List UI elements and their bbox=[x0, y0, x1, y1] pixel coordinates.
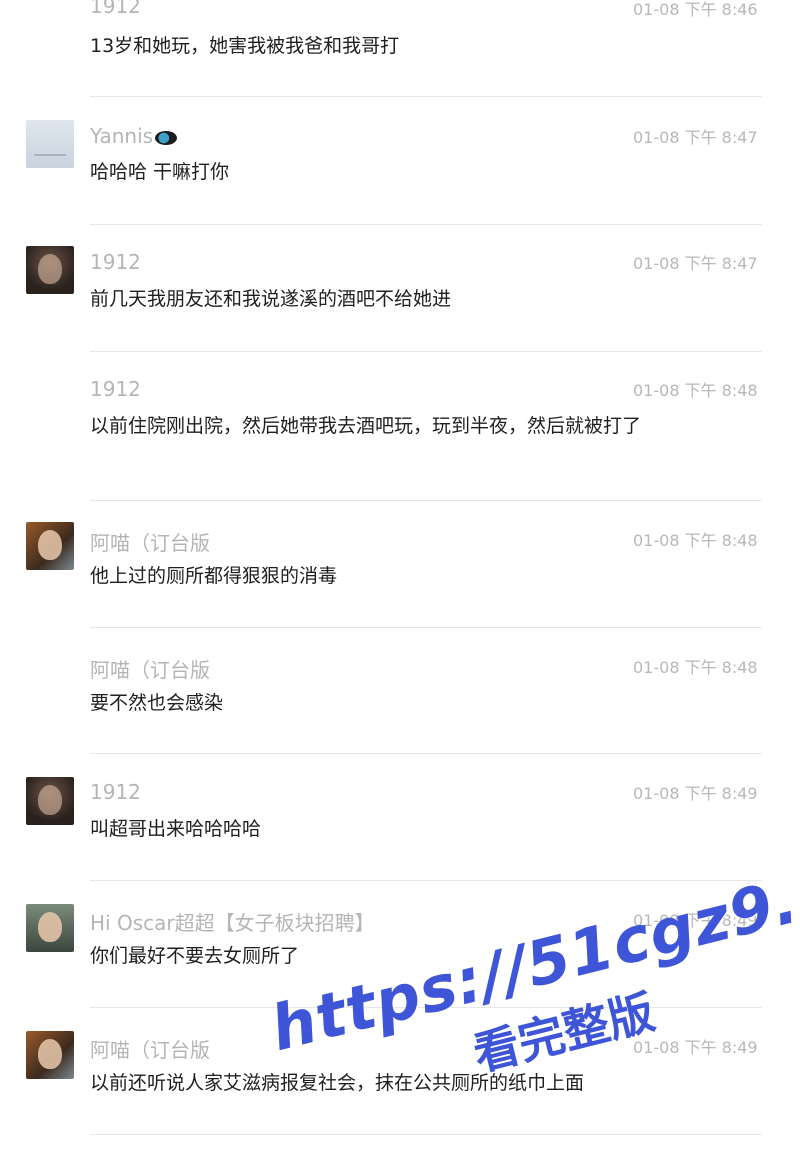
message-divider bbox=[90, 224, 762, 225]
message-text: 你们最好不要去女厕所了 bbox=[90, 945, 300, 967]
message-time: 01-08 下午 8:46 bbox=[633, 0, 758, 19]
message-text: 要不然也会感染 bbox=[90, 692, 224, 714]
message-text: 以前还听说人家艾滋病报复社会，抹在公共厕所的纸巾上面 bbox=[90, 1072, 585, 1094]
man-portrait-avatar[interactable] bbox=[26, 904, 74, 952]
sender-name[interactable]: 阿喵（订台版 bbox=[90, 654, 210, 683]
message-time: 01-08 下午 8:49 bbox=[633, 1038, 758, 1057]
sender-name[interactable]: 1912 bbox=[90, 780, 141, 804]
message-text: 哈哈哈 干嘛打你 bbox=[90, 161, 230, 183]
message-time: 01-08 下午 8:48 bbox=[633, 381, 758, 400]
message-time: 01-08 下午 8:47 bbox=[633, 254, 758, 273]
sender-name[interactable]: 阿喵（订台版 bbox=[90, 1034, 210, 1063]
message-divider bbox=[90, 753, 762, 754]
message-time: 01-08 下午 8:47 bbox=[633, 128, 758, 147]
sender-name[interactable]: 阿喵（订台版 bbox=[90, 527, 210, 556]
message-text: 13岁和她玩，她害我被我爸和我哥打 bbox=[90, 35, 400, 57]
child-portrait-avatar[interactable] bbox=[26, 522, 74, 570]
message-text: 以前住院刚出院，然后她带我去酒吧玩，玩到半夜，然后就被打了 bbox=[90, 415, 642, 437]
sender-name[interactable]: 1912 bbox=[90, 0, 141, 18]
landscape-avatar[interactable] bbox=[26, 120, 74, 168]
child-portrait-avatar[interactable] bbox=[26, 1031, 74, 1079]
message-divider bbox=[90, 880, 762, 881]
sender-name[interactable]: Hi Oscar超超【女子板块招聘】 bbox=[90, 907, 375, 936]
message-divider bbox=[90, 351, 762, 352]
sender-name[interactable]: Yannis bbox=[90, 124, 178, 148]
fish-emoji-icon bbox=[155, 130, 178, 145]
message-divider bbox=[90, 1007, 762, 1008]
message-time: 01-08 下午 8:48 bbox=[633, 658, 758, 677]
message-text: 叫超哥出来哈哈哈哈 bbox=[90, 818, 262, 840]
message-divider bbox=[90, 500, 762, 501]
message-time: 01-08 下午 8:49 bbox=[633, 911, 758, 930]
message-time: 01-08 下午 8:48 bbox=[633, 531, 758, 550]
girl-portrait-avatar[interactable] bbox=[26, 777, 74, 825]
girl-portrait-avatar[interactable] bbox=[26, 246, 74, 294]
sender-name[interactable]: 1912 bbox=[90, 250, 141, 274]
message-divider bbox=[90, 627, 762, 628]
message-divider bbox=[90, 1134, 762, 1135]
message-divider bbox=[90, 96, 762, 97]
message-text: 前几天我朋友还和我说遂溪的酒吧不给她进 bbox=[90, 288, 452, 310]
message-time: 01-08 下午 8:49 bbox=[633, 784, 758, 803]
sender-name[interactable]: 1912 bbox=[90, 377, 141, 401]
sender-name-text: Yannis bbox=[90, 124, 154, 148]
message-text: 他上过的厕所都得狠狠的消毒 bbox=[90, 565, 338, 587]
